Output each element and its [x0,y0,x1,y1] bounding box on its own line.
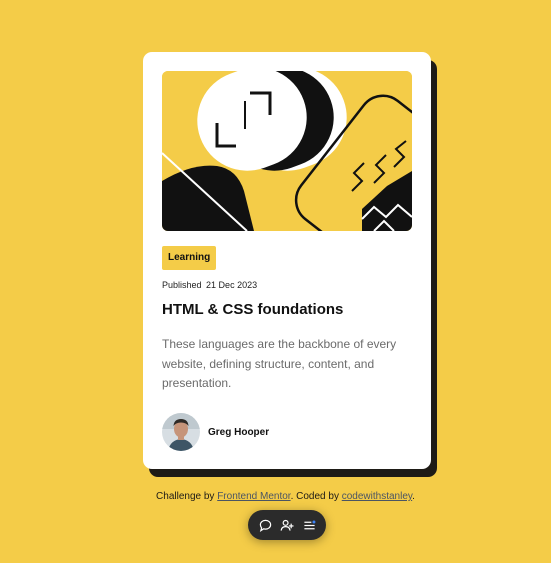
author-name: Greg Hooper [208,426,270,438]
comment-button[interactable] [256,516,274,534]
attribution: Challenge by Frontend Mentor. Coded by c… [0,491,551,502]
attribution-suffix: . [412,491,415,502]
illustration-icon [162,71,412,231]
hero-illustration [162,71,412,231]
comment-icon [259,519,271,532]
avatar [162,413,200,451]
menu-button[interactable] [300,516,318,534]
add-user-icon [280,519,294,531]
published-line: Published 21 Dec 2023 [162,280,257,290]
author: Greg Hooper [162,413,269,451]
menu-icon [303,519,315,529]
author-profile-link[interactable]: codewithstanley [342,491,412,502]
card-title[interactable]: HTML & CSS foundations [162,301,343,318]
attribution-prefix: Challenge by [156,491,218,502]
category-tag: Learning [162,246,217,270]
card-description: These languages are the backbone of ever… [162,337,397,390]
page: Learning Published 21 Dec 2023 HTML & CS… [0,0,551,563]
attribution-middle: . Coded by [290,491,342,502]
avatar-photo-icon [162,413,200,451]
published-date: 21 Dec 2023 [206,280,258,290]
frontend-mentor-link[interactable]: Frontend Mentor [217,491,290,502]
floating-toolbar [248,510,326,540]
blog-preview-card: Learning Published 21 Dec 2023 HTML & CS… [143,52,431,469]
add-user-button[interactable] [278,516,296,534]
published-label: Published [162,280,202,290]
